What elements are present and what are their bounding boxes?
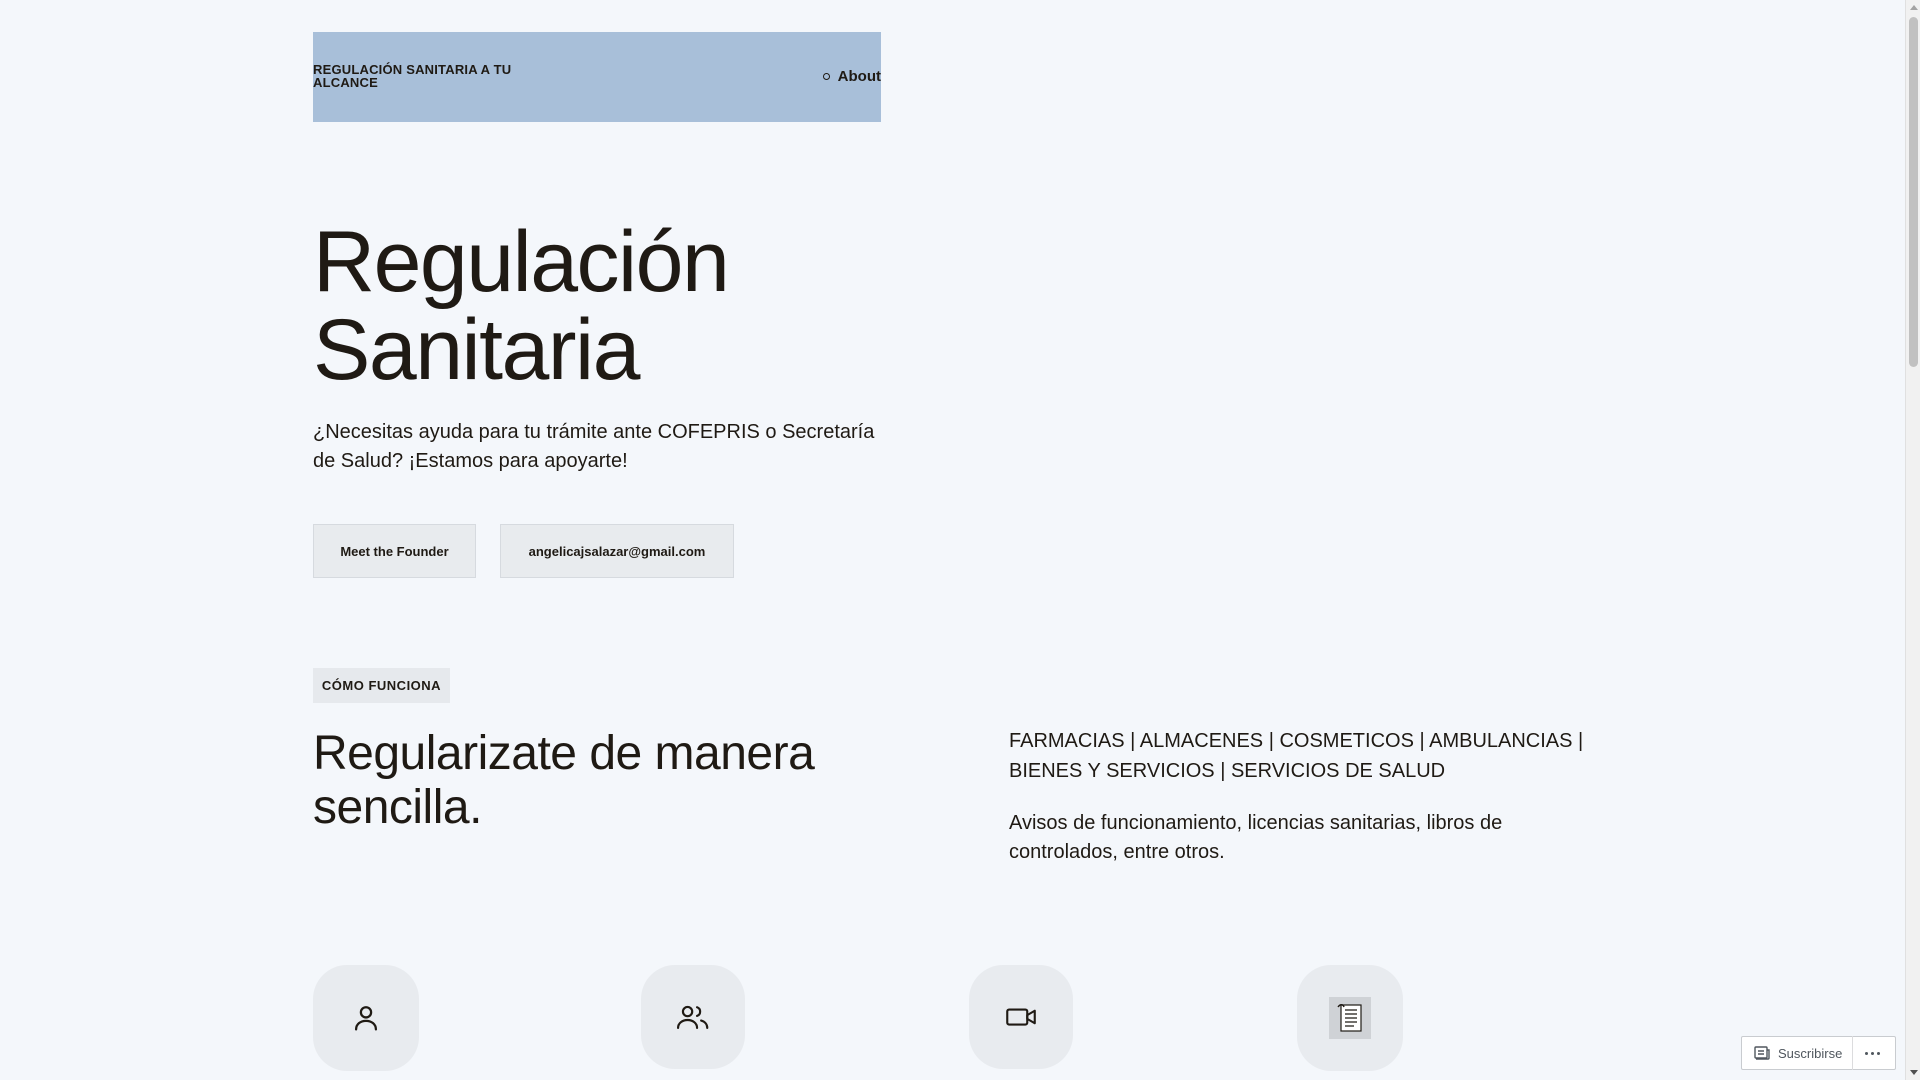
nav-bullet-icon bbox=[822, 73, 830, 80]
subscribe-button[interactable]: Suscribirse bbox=[1754, 1046, 1842, 1061]
scroll-thumb[interactable] bbox=[1909, 17, 1918, 367]
scroll-up-arrow-icon[interactable] bbox=[1910, 5, 1918, 10]
hero-title: Regulación Sanitaria bbox=[313, 218, 913, 394]
hero-title-line2: Sanitaria bbox=[313, 302, 640, 398]
services-list: FARMACIAS | ALMACENES | COSMETICOS | AMB… bbox=[1009, 730, 1584, 782]
document-icon bbox=[1329, 997, 1371, 1039]
vertical-scrollbar[interactable] bbox=[1905, 0, 1920, 1080]
user-icon bbox=[354, 1006, 378, 1031]
email-button[interactable]: angelicajsalazar@gmail.com bbox=[500, 524, 734, 578]
main-nav: About bbox=[822, 68, 881, 85]
site-header: REGULACIÓN SANITARIA A TU ALCANCE About bbox=[313, 32, 881, 122]
subscribe-widget: Suscribirse bbox=[1741, 1036, 1896, 1070]
scroll-down-arrow-icon[interactable] bbox=[1910, 1070, 1918, 1075]
users-icon bbox=[676, 1005, 709, 1029]
feature-document-tile bbox=[1297, 965, 1403, 1071]
divider bbox=[1852, 1036, 1854, 1070]
section-title: Regularizate de manera sencilla. bbox=[313, 727, 815, 834]
more-dot-icon bbox=[1865, 1051, 1869, 1055]
more-options-button[interactable] bbox=[1865, 1051, 1881, 1055]
services-description: Avisos de funcionamiento, licencias sani… bbox=[1009, 812, 1503, 863]
reader-icon bbox=[1754, 1046, 1770, 1060]
feature-users-tile bbox=[641, 965, 745, 1069]
meet-founder-button[interactable]: Meet the Founder bbox=[313, 524, 476, 578]
nav-item-about[interactable]: About bbox=[838, 68, 881, 85]
site-title[interactable]: REGULACIÓN SANITARIA A TU ALCANCE bbox=[313, 63, 543, 89]
subscribe-label: Suscribirse bbox=[1778, 1045, 1843, 1061]
more-dot-icon bbox=[1871, 1051, 1875, 1055]
hero-title-line1: Regulación bbox=[313, 214, 730, 310]
more-dot-icon bbox=[1877, 1051, 1881, 1055]
video-icon bbox=[1006, 1008, 1036, 1026]
hero-subtitle: ¿Necesitas ayuda para tu trámite ante CO… bbox=[313, 421, 875, 472]
feature-user-tile bbox=[313, 965, 419, 1071]
page: REGULACIÓN SANITARIA A TU ALCANCE About … bbox=[0, 0, 1905, 1080]
how-it-works-badge: CÓMO FUNCIONA bbox=[313, 668, 450, 703]
feature-video-tile bbox=[969, 965, 1073, 1069]
